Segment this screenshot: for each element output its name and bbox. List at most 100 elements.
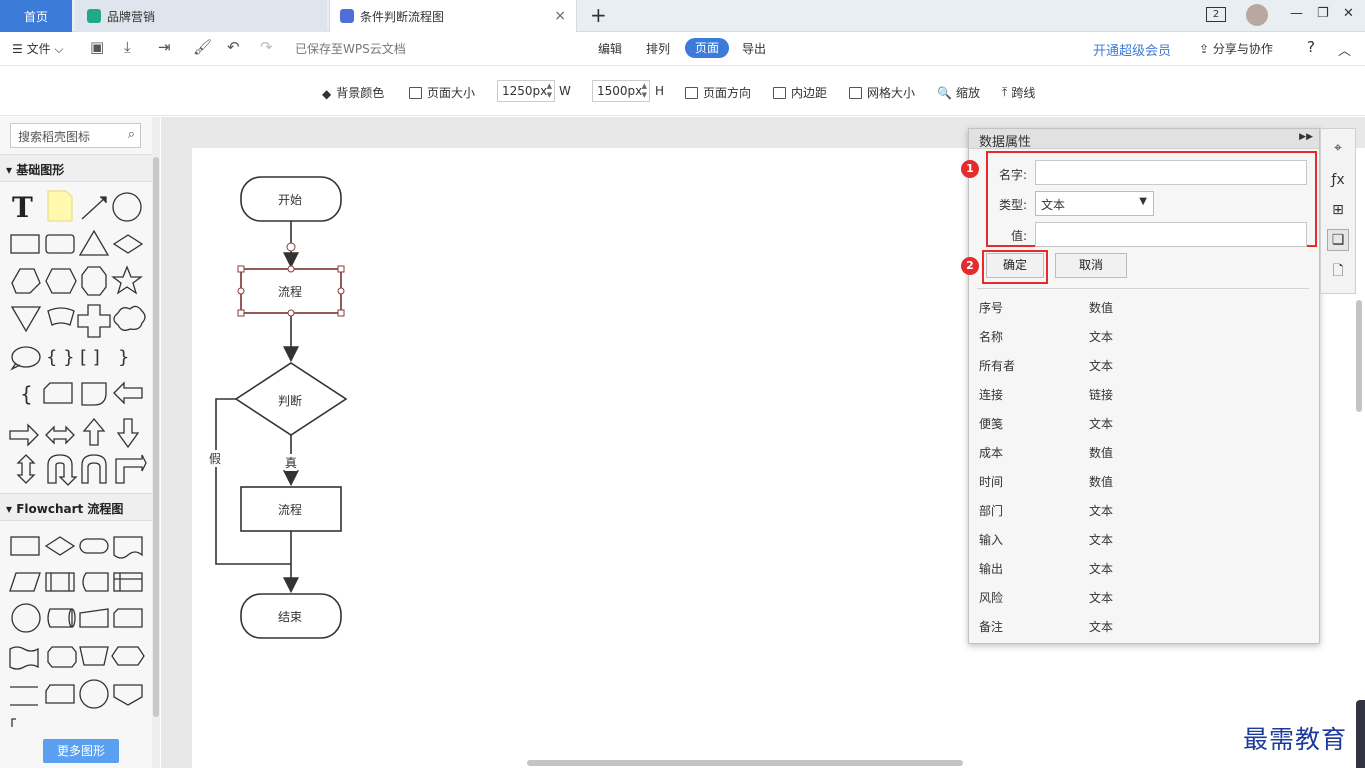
property-row[interactable]: 部门 文本 (979, 502, 1309, 522)
property-row[interactable]: 成本 数值 (979, 444, 1309, 464)
window-close-icon[interactable]: ✕ (1343, 6, 1354, 21)
margin-icon (773, 86, 786, 99)
width-input[interactable]: 1250px ▲ ▼ (497, 80, 555, 102)
tab-brand-marketing[interactable]: 品牌营销 (75, 0, 327, 32)
tab-home[interactable]: 首页 (0, 0, 72, 32)
value-input[interactable] (1035, 222, 1307, 247)
flowchart-shapes-grid[interactable] (6, 527, 148, 737)
cross-line-button[interactable]: ⤒ 跨线 (1002, 84, 1035, 101)
property-row[interactable]: 序号 数值 (979, 299, 1309, 319)
property-type: 数值 (1089, 446, 1114, 460)
window-count-icon[interactable]: 2 (1206, 7, 1226, 22)
fc-parallel-icon (10, 686, 38, 706)
export-icon[interactable]: ⇥ (158, 38, 171, 56)
nav-export[interactable]: 导出 (742, 40, 766, 57)
nav-page[interactable]: 页面 (685, 38, 729, 58)
chevron-down-icon: ▼ (1139, 196, 1147, 207)
add-tab-icon[interactable]: + (590, 3, 607, 27)
value-label: 值: (1010, 229, 1027, 243)
property-row[interactable]: 时间 数值 (979, 473, 1309, 493)
property-row[interactable]: 输入 文本 (979, 531, 1309, 551)
panel-collapse-icon[interactable]: ▶▶ (1299, 132, 1313, 142)
basic-shapes-grid[interactable]: T { } [ ] } { (6, 187, 148, 487)
section-basic-shapes[interactable]: ▾ 基础图形 (0, 154, 152, 182)
collapse-icon[interactable]: ︿ (1338, 40, 1351, 59)
ok-button[interactable]: 确定 (986, 253, 1044, 278)
height-stepper-icon[interactable]: ▲ ▼ (642, 82, 647, 100)
horizontal-scrollbar[interactable] (527, 760, 963, 766)
property-type: 文本 (1089, 620, 1114, 634)
panel-header[interactable]: 数据属性 ▶▶ (969, 129, 1319, 150)
fc-start-label: 开始 (278, 193, 303, 207)
bg-color-button[interactable]: ◆ 背景颜色 (322, 84, 384, 101)
help-icon[interactable]: ? (1307, 38, 1315, 56)
section-flowchart[interactable]: ▾ Flowchart 流程图 (0, 493, 152, 521)
search-icon[interactable]: ⌕ (128, 127, 135, 142)
margin-button[interactable]: 内边距 (773, 84, 827, 101)
property-row[interactable]: 输出 文本 (979, 560, 1309, 580)
sidebar-scroll-thumb[interactable] (153, 157, 159, 717)
property-row[interactable]: 备注 文本 (979, 618, 1309, 638)
sidebar-scrollbar[interactable] (152, 117, 160, 768)
vertical-double-arrow-shape-icon (16, 454, 36, 484)
braces-shape-icon: { } (46, 347, 75, 368)
circle-shape-icon (112, 192, 142, 222)
zoom-button[interactable]: 🔍 缩放 (937, 84, 980, 101)
type-select[interactable]: 文本 ▼ (1035, 191, 1154, 216)
avatar[interactable] (1246, 4, 1268, 26)
octagon-shape-icon (81, 266, 107, 296)
property-row[interactable]: 便笺 文本 (979, 415, 1309, 435)
page-ribbon: ◆ 背景颜色 页面大小 1250px ▲ ▼ W 1500px ▲ ▼ H 页面方向 内边… (0, 66, 1365, 116)
vip-link[interactable]: 开通超级会员 (1093, 40, 1171, 59)
tab-flowchart[interactable]: 条件判断流程图 × (329, 0, 577, 32)
height-value: 1500px (597, 84, 643, 98)
height-input[interactable]: 1500px ▲ ▼ (592, 80, 650, 102)
search-placeholder: 搜索稻壳图标 (18, 130, 91, 144)
restore-icon[interactable]: ❐ (1317, 6, 1329, 21)
data-property-panel: 数据属性 ▶▶ 1 名字: 类型: 文本 ▼ 值: 2 确定 取消 序号 数值 名称文… (961, 128, 1320, 644)
close-icon[interactable]: × (554, 8, 566, 24)
left-arrow-shape-icon (113, 381, 143, 405)
redo-icon[interactable]: ↷ (260, 38, 273, 56)
fc-decision-icon (44, 536, 76, 556)
orientation-button[interactable]: 页面方向 (685, 84, 751, 101)
text-shape-icon: T (12, 191, 33, 224)
right-brace-shape-icon: } (118, 347, 129, 368)
nav-edit[interactable]: 编辑 (598, 40, 622, 57)
property-key: 时间 (979, 475, 1004, 489)
property-type: 数值 (1089, 301, 1114, 315)
vertical-scrollbar[interactable] (1356, 300, 1362, 412)
down-arrow-shape-icon (116, 418, 140, 449)
hexagon-shape-icon (45, 268, 77, 294)
locate-icon[interactable]: ⌖ (1327, 137, 1349, 159)
download-icon[interactable]: ⤓ (124, 38, 131, 56)
insert-table-icon[interactable]: ⊞ (1327, 199, 1349, 221)
share-button[interactable]: ⇪ 分享与协作 (1199, 40, 1273, 57)
property-row[interactable]: 名称 文本 (979, 328, 1309, 348)
page-icon[interactable]: 🗋 (1327, 261, 1349, 283)
more-shapes-button[interactable]: 更多图形 (43, 739, 119, 763)
tab-home-label: 首页 (23, 9, 48, 24)
note-shape-icon (47, 190, 73, 222)
save-icon[interactable]: ▣ (90, 38, 104, 56)
icon-search-input[interactable]: 搜索稻壳图标 ⌕ (10, 123, 141, 148)
function-icon[interactable]: ƒx (1327, 169, 1349, 191)
width-stepper-icon[interactable]: ▲ ▼ (547, 82, 552, 100)
file-menu-label: 文件 (26, 42, 51, 56)
cancel-button[interactable]: 取消 (1055, 253, 1127, 278)
property-row[interactable]: 连接 链接 (979, 386, 1309, 406)
data-property-icon[interactable]: ❏ (1327, 229, 1349, 251)
property-key: 备注 (979, 620, 1004, 634)
name-input[interactable] (1035, 160, 1307, 185)
property-row[interactable]: 所有者 文本 (979, 357, 1309, 377)
cross-line-icon: ⤒ (1002, 85, 1008, 99)
minimize-icon[interactable]: — (1290, 6, 1303, 21)
grid-size-button[interactable]: 网格大小 (849, 84, 915, 101)
format-painter-icon[interactable]: 🖌 (193, 38, 212, 56)
property-row[interactable]: 风险 文本 (979, 589, 1309, 609)
file-menu[interactable]: ☰ 文件 ⌵ (12, 40, 64, 57)
nav-arrange[interactable]: 排列 (646, 40, 670, 57)
fc-process1-label: 流程 (278, 285, 303, 299)
page-size-button[interactable]: 页面大小 (409, 84, 475, 101)
undo-icon[interactable]: ↶ (227, 38, 240, 56)
